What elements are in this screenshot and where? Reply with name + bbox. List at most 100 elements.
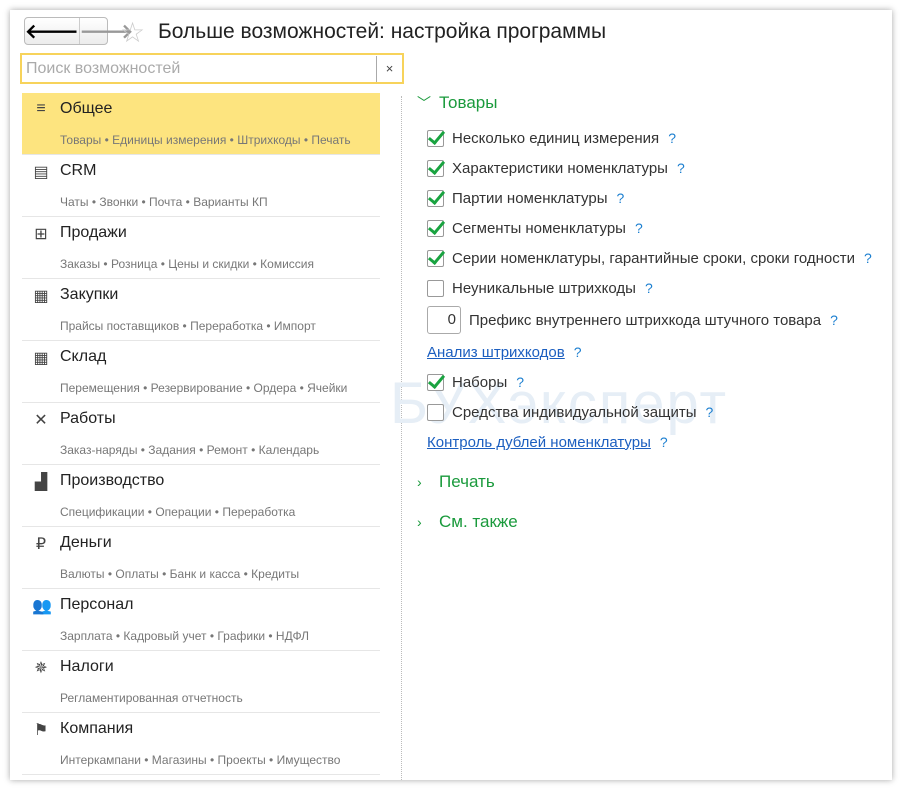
option-row: Серии номенклатуры, гарантийные сроки, с… bbox=[417, 243, 887, 273]
favorite-star-icon[interactable]: ☆ bbox=[120, 16, 145, 49]
option-label[interactable]: Серии номенклатуры, гарантийные сроки, с… bbox=[452, 250, 855, 267]
help-icon[interactable]: ? bbox=[706, 404, 714, 420]
duplicates-control-link[interactable]: Контроль дублей номенклатуры bbox=[427, 434, 651, 451]
section-name: Производство bbox=[60, 472, 165, 489]
prefix-label: Префикс внутреннего штрихкода штучного т… bbox=[469, 311, 822, 329]
search-box: × bbox=[20, 53, 404, 84]
section-item[interactable]: ▦ Склад Перемещения • Резервирование • О… bbox=[22, 341, 380, 403]
section-name: Общее bbox=[60, 100, 113, 117]
sections-list: ≡ Общее Товары • Единицы измерения • Штр… bbox=[22, 93, 380, 775]
option-row: Неуникальные штрихкоды ? bbox=[417, 273, 887, 303]
see-also-section-header[interactable]: › См. также bbox=[417, 509, 887, 534]
option-row: Сегменты номенклатуры ? bbox=[417, 213, 887, 243]
help-icon[interactable]: ? bbox=[668, 130, 676, 146]
option-checkbox[interactable] bbox=[427, 403, 444, 421]
help-icon[interactable]: ? bbox=[617, 190, 625, 206]
section-title: Печать bbox=[439, 471, 495, 491]
section-item[interactable]: ₽ Деньги Валюты • Оплаты • Банк и касса … bbox=[22, 527, 380, 589]
section-icon: ⚑ bbox=[33, 722, 49, 739]
help-icon[interactable]: ? bbox=[660, 434, 668, 450]
option-label[interactable]: Сегменты номенклатуры bbox=[452, 220, 626, 237]
option-row: Несколько единиц измерения ? bbox=[417, 123, 887, 153]
barcode-analysis-row: Анализ штрихкодов? bbox=[417, 337, 887, 367]
option-checkbox[interactable] bbox=[427, 159, 444, 177]
section-title: См. также bbox=[439, 511, 518, 531]
section-subitems: Заказ-наряды • Задания • Ремонт • Календ… bbox=[60, 443, 320, 457]
print-section-header[interactable]: › Печать bbox=[417, 469, 887, 494]
help-icon[interactable]: ? bbox=[830, 312, 838, 328]
section-name: Закупки bbox=[60, 286, 119, 303]
section-icon: ▦ bbox=[33, 288, 49, 305]
help-icon[interactable]: ? bbox=[645, 280, 653, 296]
section-name: Персонал bbox=[60, 596, 134, 613]
section-item[interactable]: ⊞ Продажи Заказы • Розница • Цены и скид… bbox=[22, 217, 380, 279]
divider bbox=[401, 96, 402, 780]
section-item[interactable]: ▤ CRM Чаты • Звонки • Почта • Варианты К… bbox=[22, 155, 380, 217]
section-name: Налоги bbox=[60, 658, 114, 675]
page-title: Больше возможностей: настройка программы bbox=[158, 20, 607, 43]
section-icon: ✵ bbox=[34, 660, 48, 677]
help-icon[interactable]: ? bbox=[677, 160, 685, 176]
option-row: Партии номенклатуры ? bbox=[417, 183, 887, 213]
option-checkbox[interactable] bbox=[427, 189, 444, 207]
section-item[interactable]: ▟ Производство Спецификации • Операции •… bbox=[22, 465, 380, 527]
option-label[interactable]: Партии номенклатуры bbox=[452, 190, 608, 207]
section-item[interactable]: ▦ Закупки Прайсы поставщиков • Переработ… bbox=[22, 279, 380, 341]
section-subitems: Чаты • Звонки • Почта • Варианты КП bbox=[60, 195, 268, 209]
option-label[interactable]: Несколько единиц измерения bbox=[452, 130, 659, 147]
section-name: Работы bbox=[60, 410, 116, 427]
help-icon[interactable]: ? bbox=[516, 374, 524, 390]
section-name: CRM bbox=[60, 162, 97, 179]
clear-search-button[interactable]: × bbox=[376, 55, 402, 82]
section-item[interactable]: ≡ Общее Товары • Единицы измерения • Штр… bbox=[22, 93, 380, 155]
nav-buttons: 🡐 🡒 bbox=[24, 17, 133, 45]
section-name: Деньги bbox=[60, 534, 112, 551]
prefix-row: 0 Префикс внутреннего штрихкода штучного… bbox=[417, 303, 887, 337]
option-checkbox[interactable] bbox=[427, 249, 444, 267]
chevron-down-icon: ﹀ bbox=[417, 94, 431, 111]
section-item[interactable]: ✵ Налоги Регламентированная отчетность bbox=[22, 651, 380, 713]
section-item[interactable]: 👥 Персонал Зарплата • Кадровый учет • Гр… bbox=[22, 589, 380, 651]
section-icon: ▤ bbox=[33, 164, 49, 181]
option-label[interactable]: Неуникальные штрихкоды bbox=[452, 280, 636, 297]
option-checkbox[interactable] bbox=[427, 373, 444, 391]
option-row: Характеристики номенклатуры ? bbox=[417, 153, 887, 183]
section-subitems: Спецификации • Операции • Переработка bbox=[60, 505, 296, 519]
help-icon[interactable]: ? bbox=[574, 344, 582, 360]
section-subitems: Регламентированная отчетность bbox=[60, 691, 243, 705]
section-icon: ▟ bbox=[34, 474, 48, 491]
help-icon[interactable]: ? bbox=[864, 250, 872, 266]
option-checkbox[interactable] bbox=[427, 219, 444, 237]
settings-panel: ﹀ Товары Несколько единиц измерения ? Хар… bbox=[417, 90, 887, 534]
section-subitems: Перемещения • Резервирование • Ордера • … bbox=[60, 381, 348, 395]
section-item[interactable]: ⚑ Компания Интеркампани • Магазины • Про… bbox=[22, 713, 380, 775]
chevron-right-icon: › bbox=[417, 473, 422, 490]
section-icon: 👥 bbox=[32, 598, 52, 615]
section-name: Продажи bbox=[60, 224, 127, 241]
chevron-right-icon: › bbox=[417, 513, 422, 530]
option-label[interactable]: Наборы bbox=[452, 374, 507, 391]
barcode-analysis-link[interactable]: Анализ штрихкодов bbox=[427, 344, 565, 361]
section-item[interactable]: ✕ Работы Заказ-наряды • Задания • Ремонт… bbox=[22, 403, 380, 465]
section-icon: ₽ bbox=[35, 536, 47, 553]
section-subitems: Прайсы поставщиков • Переработка • Импор… bbox=[60, 319, 316, 333]
help-icon[interactable]: ? bbox=[635, 220, 643, 236]
option-label[interactable]: Средства индивидуальной защиты bbox=[452, 404, 697, 421]
option-checkbox[interactable] bbox=[427, 129, 444, 147]
section-title: Товары bbox=[439, 92, 498, 112]
section-subitems: Заказы • Розница • Цены и скидки • Комис… bbox=[60, 257, 315, 271]
section-icon: ⊞ bbox=[34, 226, 48, 243]
goods-section-header[interactable]: ﹀ Товары bbox=[417, 90, 887, 115]
section-subitems: Интеркампани • Магазины • Проекты • Имущ… bbox=[60, 753, 341, 767]
back-button[interactable]: 🡐 bbox=[25, 18, 79, 44]
section-subitems: Товары • Единицы измерения • Штрихкоды •… bbox=[60, 133, 351, 147]
section-subitems: Валюты • Оплаты • Банк и касса • Кредиты bbox=[60, 567, 300, 581]
option-row: Средства индивидуальной защиты ? bbox=[417, 397, 887, 427]
section-subitems: Зарплата • Кадровый учет • Графики • НДФ… bbox=[60, 629, 310, 643]
duplicates-row: Контроль дублей номенклатуры? bbox=[417, 427, 887, 457]
option-label[interactable]: Характеристики номенклатуры bbox=[452, 160, 668, 177]
option-checkbox[interactable] bbox=[427, 279, 444, 297]
prefix-input[interactable]: 0 bbox=[427, 306, 461, 334]
section-icon: ≡ bbox=[36, 100, 46, 117]
search-input[interactable] bbox=[22, 59, 376, 78]
